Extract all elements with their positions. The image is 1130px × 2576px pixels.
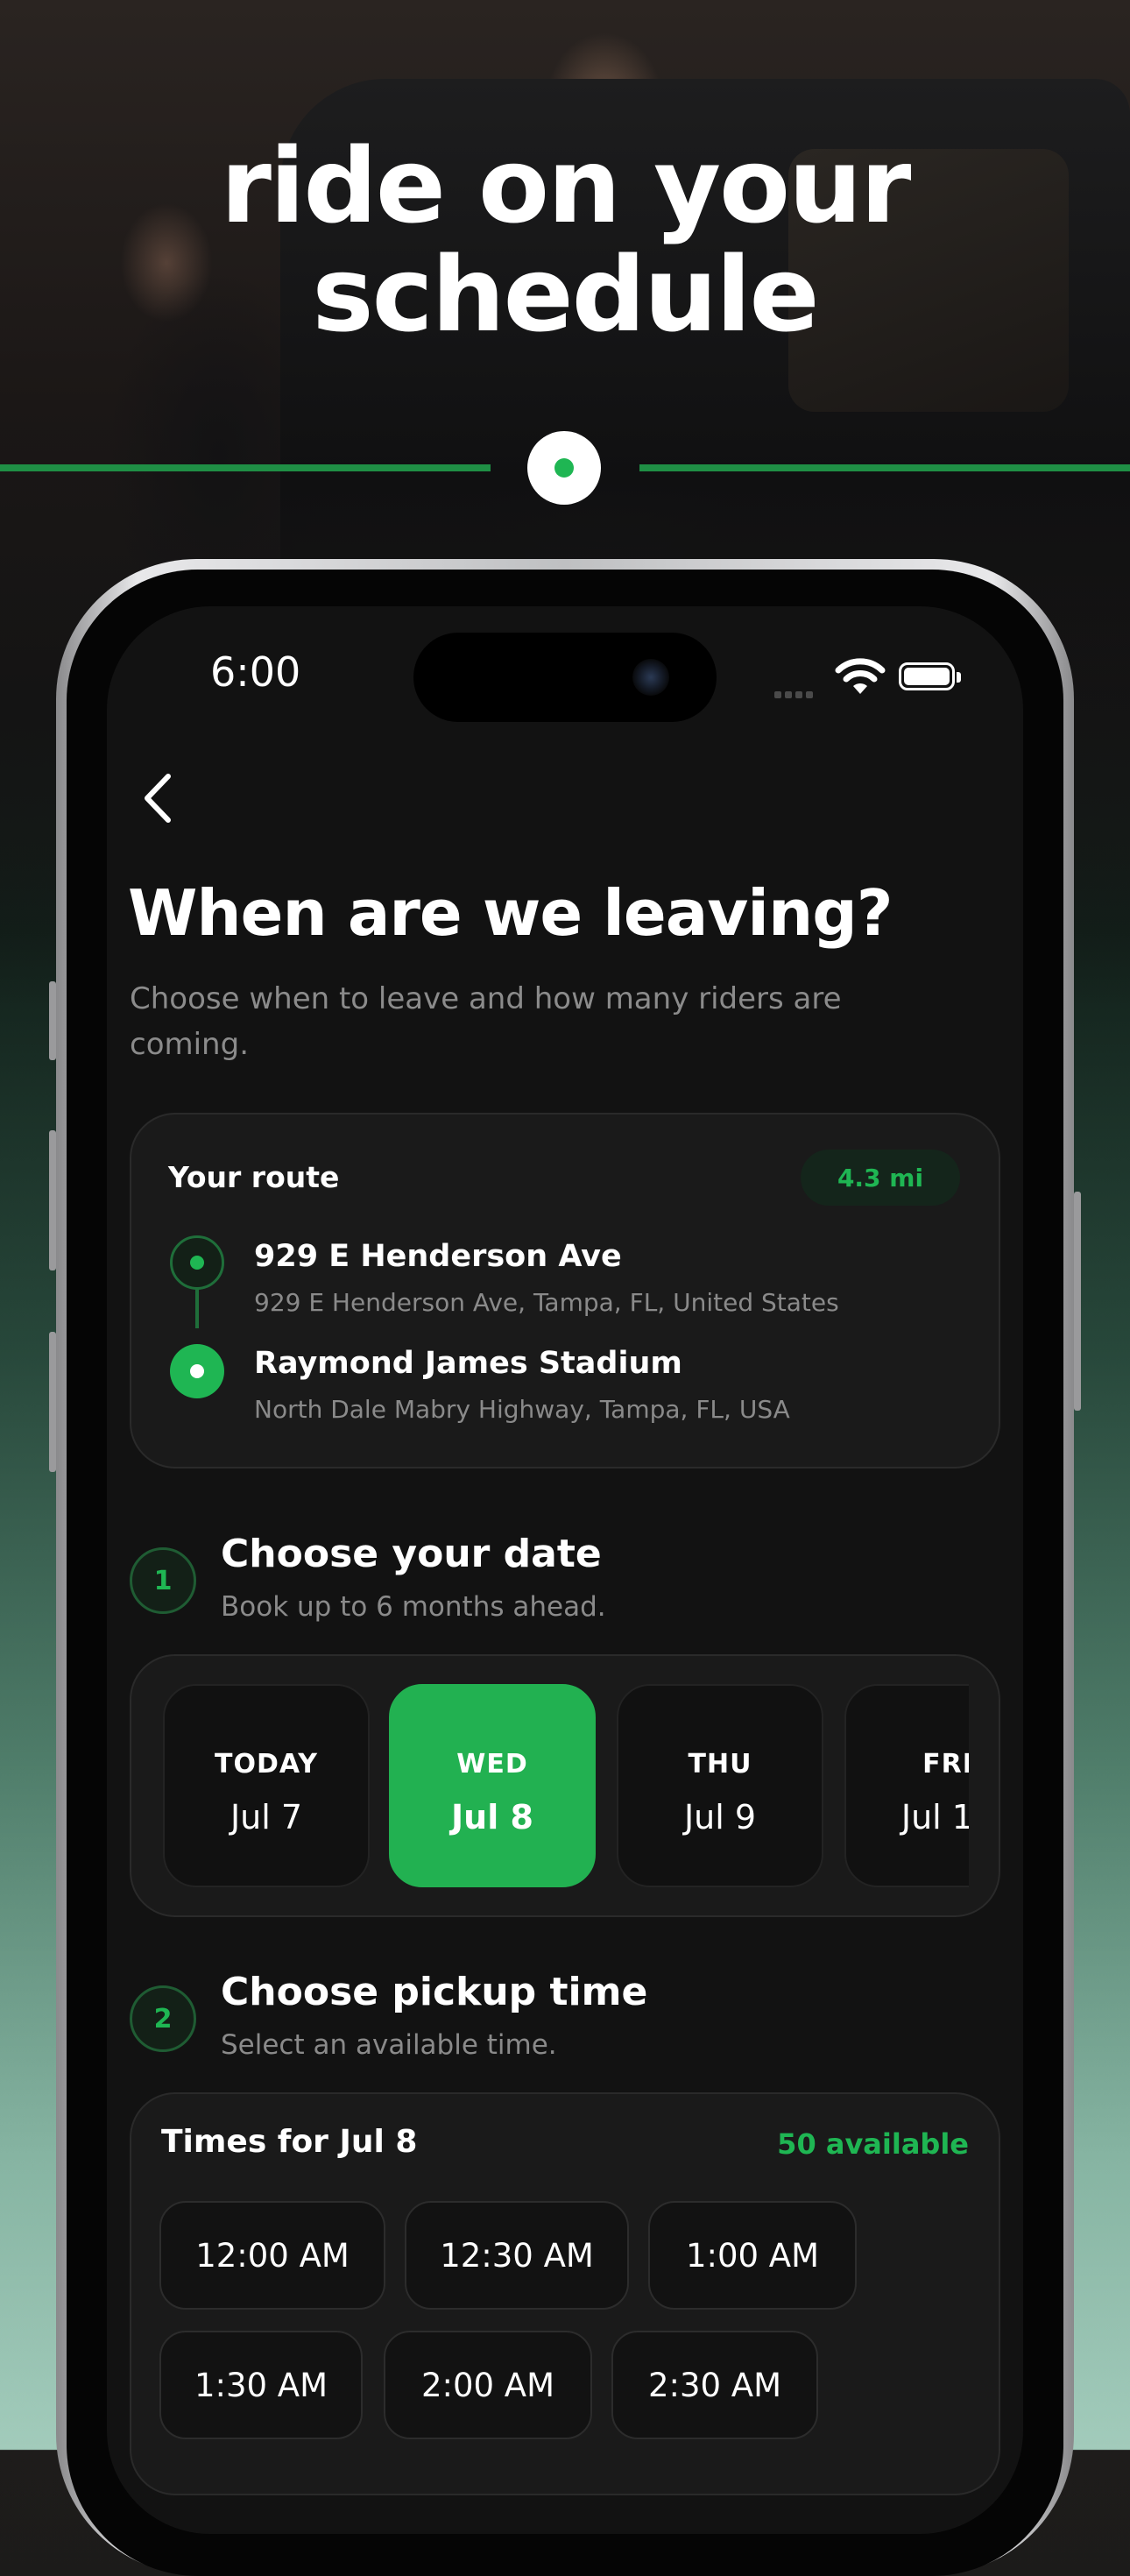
side-button	[49, 981, 56, 1060]
headline-line-1: ride on your	[220, 125, 912, 246]
time-slot[interactable]: 2:00 AM	[384, 2331, 592, 2439]
date-weekday: WED	[456, 1749, 528, 1780]
distance-badge: 4.3 mi	[801, 1150, 960, 1206]
dynamic-island	[413, 633, 717, 722]
status-time: 6:00	[210, 648, 301, 696]
date-day: Jul 7	[230, 1798, 303, 1836]
date-day: Jul 8	[451, 1798, 533, 1836]
date-weekday: THU	[688, 1749, 752, 1780]
battery-icon	[899, 662, 961, 690]
page-subtitle: Choose when to leave and how many riders…	[130, 981, 842, 1062]
date-tile-selected[interactable]: WED Jul 8	[389, 1684, 596, 1887]
hero-headline: ride on your schedule	[0, 131, 1130, 349]
step-2-title: Choose pickup time	[221, 1970, 648, 2014]
date-weekday: TODAY	[215, 1749, 318, 1780]
step-2-subtitle: Select an available time.	[221, 2029, 557, 2061]
pickup-name: 929 E Henderson Ave	[254, 1239, 622, 1274]
date-tile[interactable]: THU Jul 9	[617, 1684, 823, 1887]
divider-line-right	[639, 464, 1130, 471]
date-tile[interactable]: FRI Jul 10	[844, 1684, 969, 1887]
time-slot[interactable]: 12:30 AM	[405, 2201, 629, 2310]
pickup-marker-icon	[170, 1235, 224, 1290]
date-day: Jul 9	[683, 1798, 757, 1836]
side-button	[49, 1130, 56, 1270]
dropoff-marker-icon	[170, 1344, 224, 1398]
date-day: Jul 10	[900, 1798, 969, 1836]
date-tile[interactable]: TODAY Jul 7	[163, 1684, 370, 1887]
divider-dot-icon	[527, 431, 601, 505]
times-heading: Times for Jul 8	[161, 2124, 418, 2160]
times-available-count: 50 available	[777, 2127, 969, 2161]
back-button[interactable]	[135, 769, 182, 827]
side-button	[1074, 1192, 1081, 1411]
page-title: When are we leaving?	[128, 876, 893, 950]
step-1-subtitle: Book up to 6 months ahead.	[221, 1591, 606, 1623]
date-weekday: FRI	[922, 1749, 969, 1780]
dropoff-address: North Dale Mabry Highway, Tampa, FL, USA	[254, 1395, 790, 1424]
date-picker: TODAY Jul 7 WED Jul 8 THU Jul 9 FRI Jul …	[130, 1654, 1000, 1917]
step-1-title: Choose your date	[221, 1532, 602, 1576]
date-scroller[interactable]: TODAY Jul 7 WED Jul 8 THU Jul 9 FRI Jul …	[163, 1684, 969, 1891]
time-slot[interactable]: 1:00 AM	[648, 2201, 857, 2310]
camera-icon	[632, 659, 669, 696]
dropoff-name: Raymond James Stadium	[254, 1346, 682, 1381]
step-badge-1: 1	[130, 1547, 196, 1614]
route-title: Your route	[168, 1160, 340, 1194]
time-slot[interactable]: 12:00 AM	[159, 2201, 385, 2310]
signal-icon	[774, 685, 820, 698]
divider-line-left	[0, 464, 491, 471]
pickup-address: 929 E Henderson Ave, Tampa, FL, United S…	[254, 1288, 839, 1317]
wifi-icon	[835, 658, 886, 694]
route-connector	[195, 1288, 199, 1328]
time-slot[interactable]: 1:30 AM	[159, 2331, 363, 2439]
time-slot[interactable]: 2:30 AM	[611, 2331, 818, 2439]
step-badge-2: 2	[130, 1985, 196, 2052]
side-button	[49, 1332, 56, 1472]
headline-line-2: schedule	[312, 234, 819, 355]
